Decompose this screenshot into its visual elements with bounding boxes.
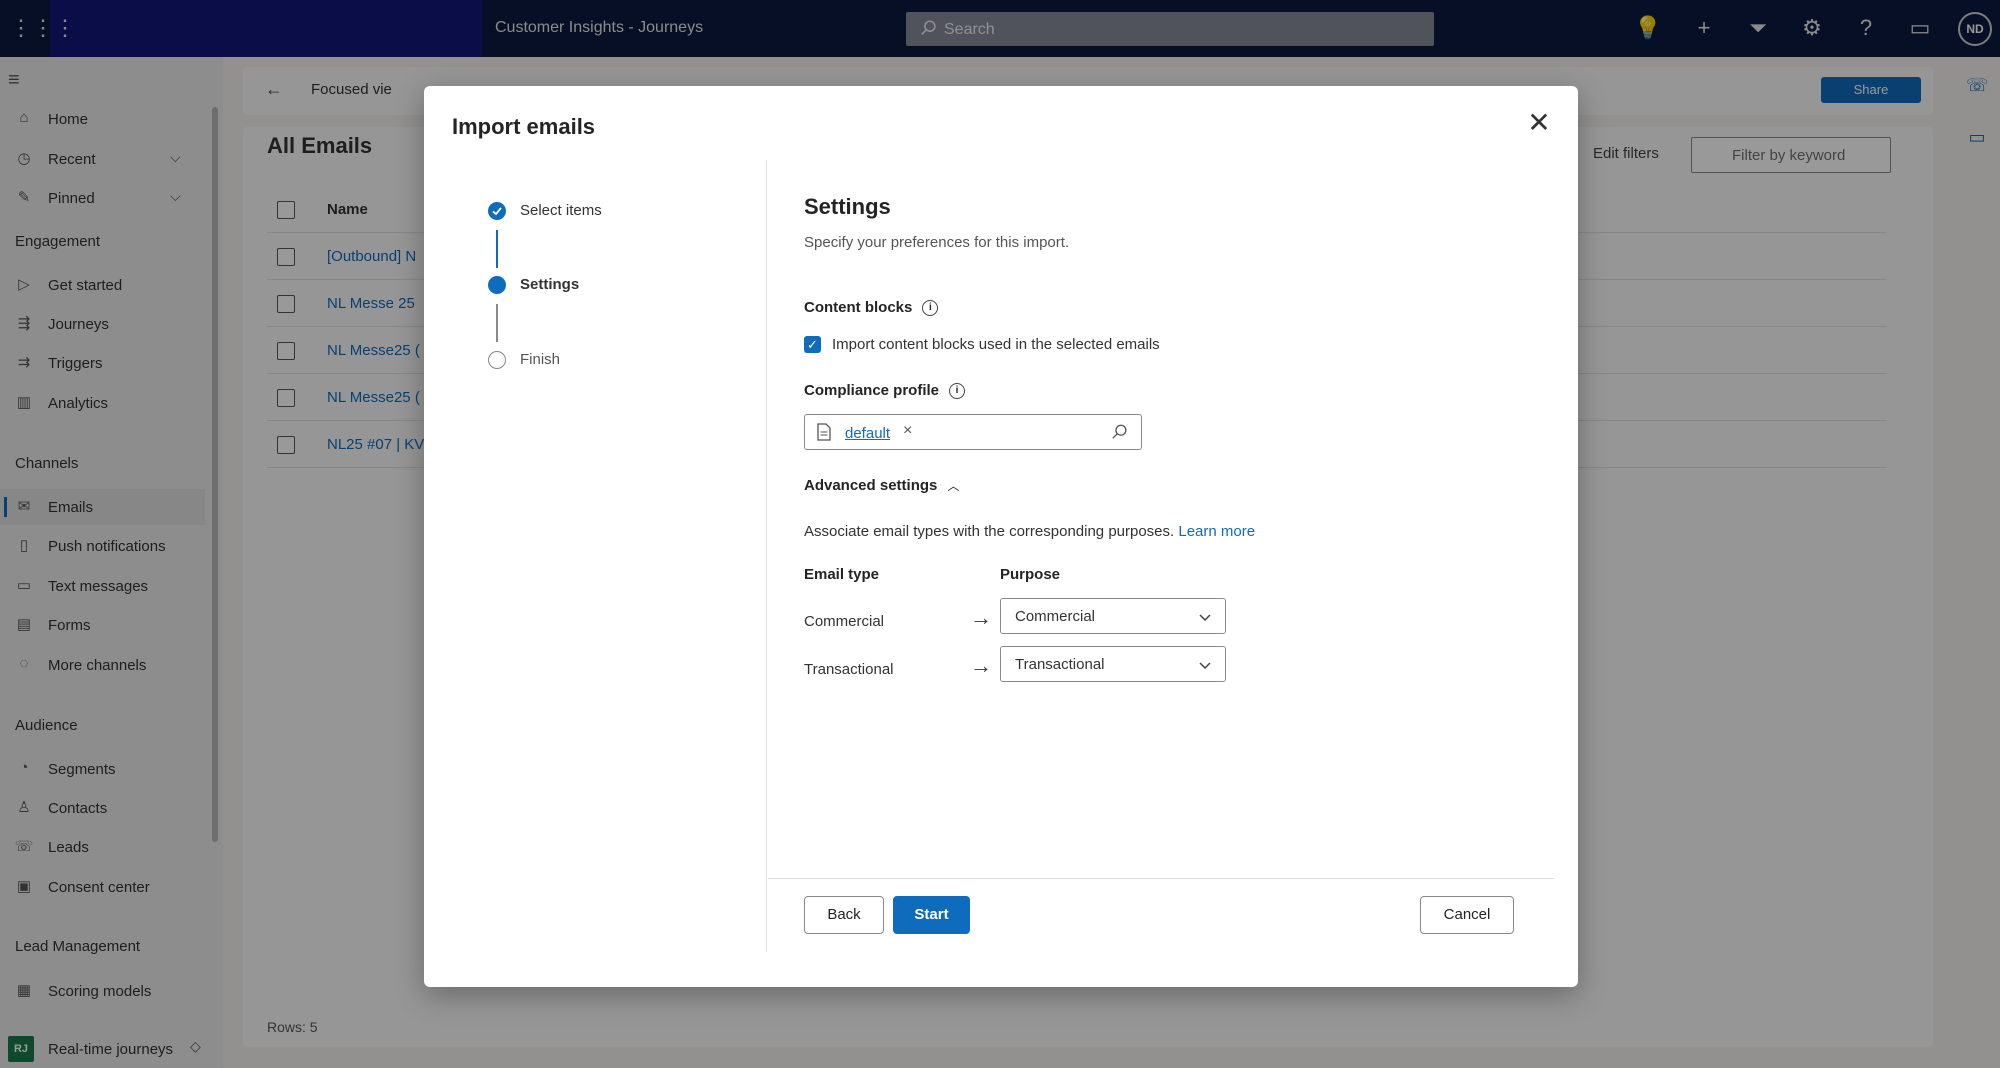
step-complete-icon <box>488 202 506 220</box>
content-blocks-label-row: Content blocks i <box>804 299 939 317</box>
stepper-divider <box>766 160 767 952</box>
import-emails-dialog: Import emails ✕ Select items Settings Fi… <box>424 86 1578 987</box>
content-blocks-label: Content blocks <box>804 299 913 316</box>
email-type-header: Email type <box>804 566 880 583</box>
remove-tag-icon[interactable]: × <box>903 422 912 440</box>
arrow-right-icon: → <box>970 653 992 678</box>
chevron-up-icon: ︿ <box>947 479 960 493</box>
advanced-settings-label: Advanced settings <box>804 477 938 494</box>
search-icon[interactable] <box>1111 423 1129 441</box>
dropdown-value: Transactional <box>1015 656 1105 673</box>
email-type-commercial: Commercial <box>804 613 885 630</box>
back-button[interactable]: Back <box>804 896 884 934</box>
compliance-profile-value[interactable]: default <box>845 425 890 442</box>
dropdown-value: Commercial <box>1015 608 1096 625</box>
settings-content: Settings Specify your preferences for th… <box>804 86 1554 886</box>
compliance-profile-lookup[interactable]: default × <box>804 414 1142 450</box>
document-icon <box>817 423 831 441</box>
step-connector <box>496 304 498 342</box>
settings-heading: Settings <box>804 194 891 219</box>
dialog-title: Import emails <box>452 114 596 139</box>
info-icon[interactable]: i <box>922 300 939 317</box>
compliance-profile-label: Compliance profile <box>804 382 940 399</box>
compliance-profile-tag[interactable]: default × <box>809 419 912 445</box>
step-pending-icon <box>488 351 506 369</box>
step-label: Select items <box>520 202 602 219</box>
import-content-blocks-label[interactable]: Import content blocks used in the select… <box>832 336 1160 353</box>
associate-text: Associate email types with the correspon… <box>804 523 1175 540</box>
step-current-icon <box>488 276 506 294</box>
purpose-header: Purpose <box>1000 566 1061 583</box>
start-button[interactable]: Start <box>893 896 970 934</box>
advanced-settings-toggle[interactable]: Advanced settings ︿ <box>804 477 959 494</box>
import-content-blocks-checkbox[interactable]: ✓ <box>804 336 821 353</box>
purpose-dropdown-transactional[interactable]: Transactional <box>1000 646 1226 682</box>
learn-more-link[interactable]: Learn more <box>1178 523 1255 540</box>
step-label: Finish <box>520 351 561 368</box>
step-label: Settings <box>520 276 580 293</box>
info-icon[interactable]: i <box>949 383 966 400</box>
chevron-down-icon <box>1199 662 1211 670</box>
compliance-label-row: Compliance profile i <box>804 382 966 400</box>
step-connector <box>496 230 498 268</box>
purpose-dropdown-commercial[interactable]: Commercial <box>1000 598 1226 634</box>
footer-divider <box>768 878 1554 879</box>
settings-subheading: Specify your preferences for this import… <box>804 234 1070 251</box>
chevron-down-icon <box>1199 614 1211 622</box>
cancel-button[interactable]: Cancel <box>1420 896 1514 934</box>
associate-text-row: Associate email types with the correspon… <box>804 523 1255 540</box>
arrow-right-icon: → <box>970 605 992 630</box>
email-type-transactional: Transactional <box>804 661 894 678</box>
